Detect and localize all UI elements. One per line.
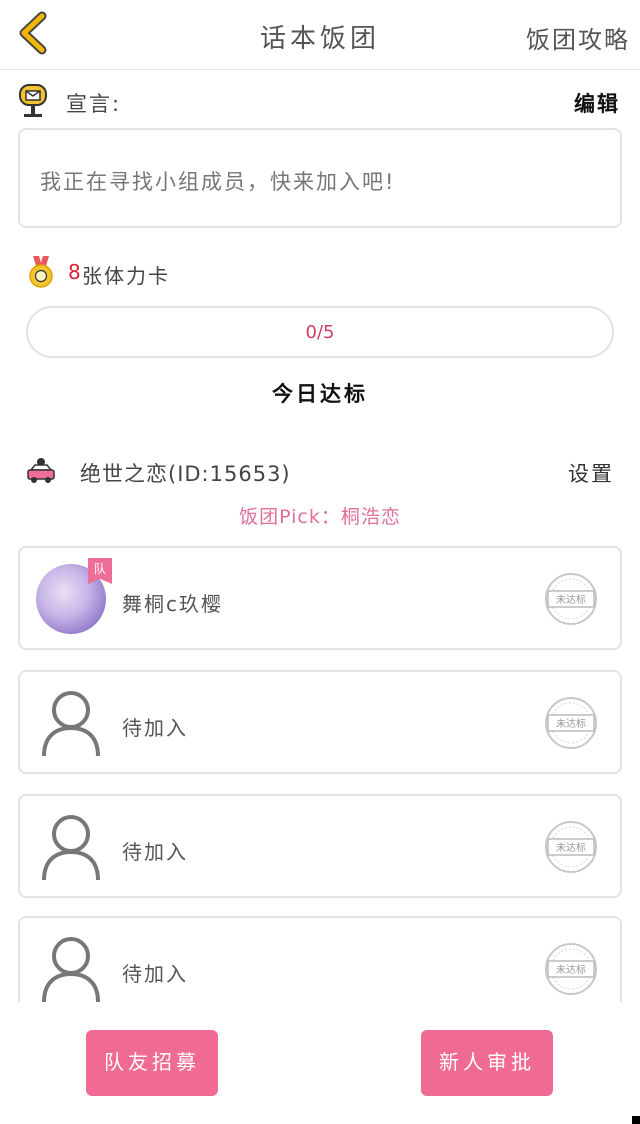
- progress-text: 0/5: [305, 322, 335, 343]
- guide-link[interactable]: 饭团攻略: [526, 20, 630, 55]
- group-name: 绝世之恋(ID:15653): [80, 462, 291, 486]
- group-header: 绝世之恋(ID:15653) 设置: [26, 452, 616, 492]
- member-list[interactable]: 队 舞桐c玖樱 未达标 待加入 未达标 待加入 未达标 待加入 未达标: [0, 546, 640, 1002]
- not-met-stamp: 未达标: [545, 573, 597, 625]
- stamp-label: 未达标: [556, 718, 586, 730]
- member-card[interactable]: 待加入 未达标: [18, 794, 622, 898]
- stamp-label: 未达标: [556, 594, 586, 606]
- member-card[interactable]: 队 舞桐c玖樱 未达标: [18, 546, 622, 650]
- approve-newcomers-button[interactable]: 新人审批: [421, 1030, 553, 1096]
- declaration-header: 宣言: 编辑: [18, 84, 622, 120]
- car-icon: [27, 458, 55, 483]
- member-name: 待加入: [122, 840, 188, 864]
- group-pick: 饭团Pick：桐浩恋: [239, 506, 401, 528]
- recruit-teammates-button[interactable]: 队友招募: [86, 1030, 218, 1096]
- member-name: 待加入: [122, 962, 188, 986]
- stamp-label: 未达标: [556, 842, 586, 854]
- declaration-text: 我正在寻找小组成员，快来加入吧!: [40, 170, 396, 194]
- avatar: 队: [36, 558, 112, 634]
- member-card[interactable]: 待加入 未达标: [18, 916, 622, 1002]
- corner-mark: [632, 1116, 640, 1124]
- user-placeholder-icon: [42, 815, 100, 881]
- mailbox-icon: [19, 84, 47, 117]
- group-settings-button[interactable]: 设置: [568, 458, 614, 488]
- member-name: 待加入: [122, 716, 188, 740]
- edit-declaration-button[interactable]: 编辑: [574, 88, 620, 118]
- stamina-card-count: 8: [68, 260, 81, 284]
- user-placeholder-icon: [42, 691, 100, 757]
- not-met-stamp: 未达标: [545, 697, 597, 749]
- stamina-card-unit: 张体力卡: [82, 264, 170, 288]
- declaration-label: 宣言:: [66, 92, 122, 116]
- member-card[interactable]: 待加入 未达标: [18, 670, 622, 774]
- user-placeholder-icon: [42, 937, 100, 1002]
- not-met-stamp: 未达标: [545, 821, 597, 873]
- top-bar: 话本饭团 饭团攻略: [0, 0, 640, 70]
- today-status-label: 今日达标: [272, 382, 368, 406]
- not-met-stamp: 未达标: [545, 943, 597, 995]
- member-name: 舞桐c玖樱: [122, 592, 223, 616]
- declaration-box[interactable]: 我正在寻找小组成员，快来加入吧!: [18, 128, 622, 228]
- stamp-label: 未达标: [556, 964, 586, 976]
- captain-badge: 队: [88, 558, 112, 584]
- progress-bar: 0/5: [26, 306, 614, 358]
- medal-icon: [29, 256, 53, 288]
